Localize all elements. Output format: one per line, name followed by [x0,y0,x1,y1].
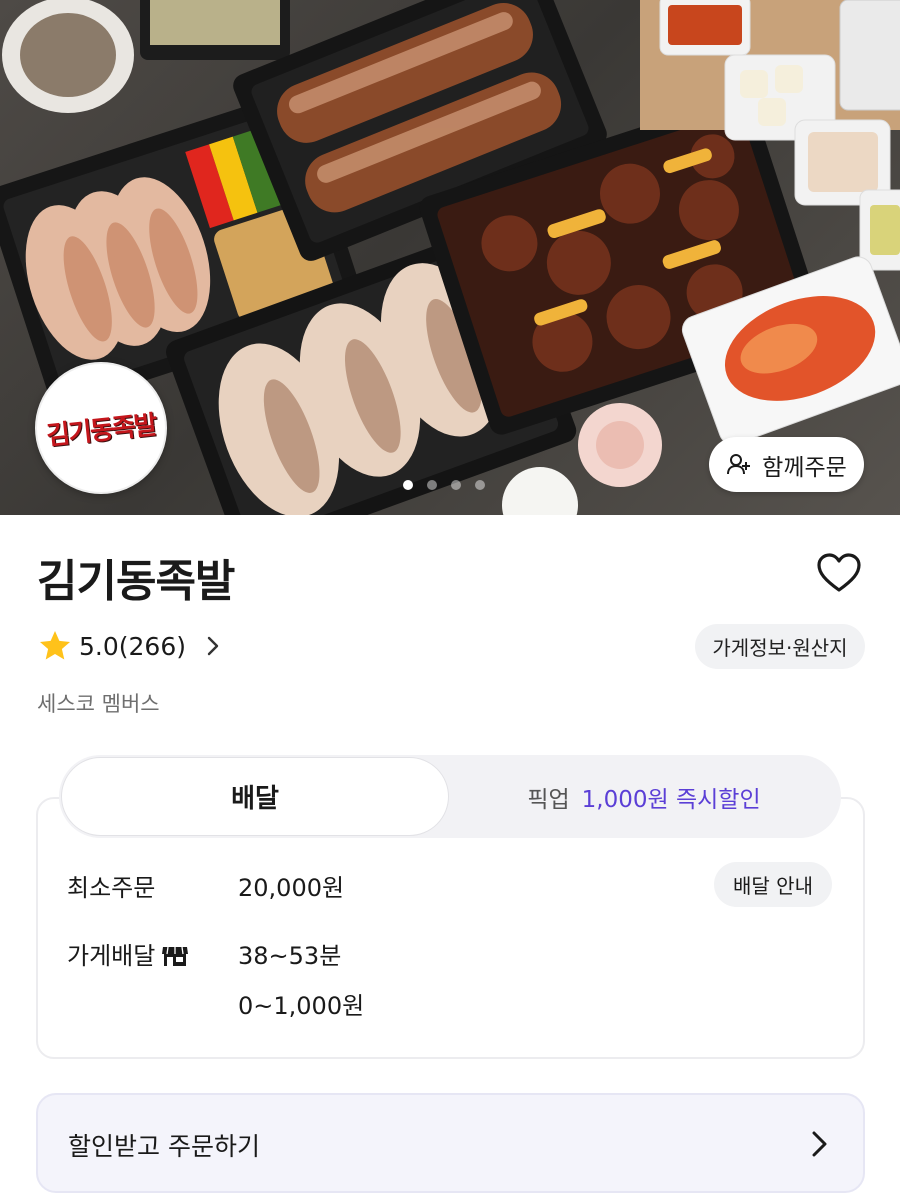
delivery-fee-value: 0~1,000원 [238,992,365,1020]
store-logo-text: 김기동족발 [45,409,158,452]
carousel-indicator [403,480,485,490]
cesco-members-label: 세스코 멤버스 [37,692,160,716]
tab-delivery[interactable]: 배달 [61,757,449,836]
chevron-right-icon [207,636,219,656]
tab-pickup-label: 픽업 [527,786,570,813]
pickup-discount-label: 1,000원 즉시할인 [581,786,761,813]
rating-link[interactable]: 5.0(266) [37,625,224,667]
storefront-icon [162,946,189,966]
delivery-time-value: 38~53분 [238,942,342,970]
tab-pickup[interactable]: 픽업 1,000원 즉시할인 [449,757,839,836]
carousel-dot[interactable] [475,480,485,490]
chevron-right-icon [812,1131,827,1157]
carousel-dot[interactable] [451,480,461,490]
store-hero-image[interactable]: 김기동족발 함께주문 [0,0,900,515]
group-order-button[interactable]: 함께주문 [709,437,864,492]
store-info-origin-button[interactable]: 가게정보·원산지 [695,624,865,669]
store-logo: 김기동족발 [35,362,167,494]
store-delivery-label: 가게배달 [67,942,156,970]
heart-outline-icon[interactable] [815,550,863,598]
carousel-dot[interactable] [403,480,413,490]
rating-score: 5.0(266) [79,631,186,661]
store-delivery-row: 가게배달 [67,936,189,971]
group-order-label: 함께주문 [762,454,847,481]
discount-order-label: 할인받고 주문하기 [68,1132,260,1161]
person-add-icon [727,453,751,474]
discount-order-button[interactable]: 할인받고 주문하기 [36,1093,865,1193]
store-name: 김기동족발 [37,556,235,607]
delivery-guide-button[interactable]: 배달 안내 [714,862,832,907]
star-icon [40,631,70,660]
carousel-dot[interactable] [427,480,437,490]
min-order-value: 20,000원 [238,874,345,902]
min-order-label: 최소주문 [67,874,156,902]
